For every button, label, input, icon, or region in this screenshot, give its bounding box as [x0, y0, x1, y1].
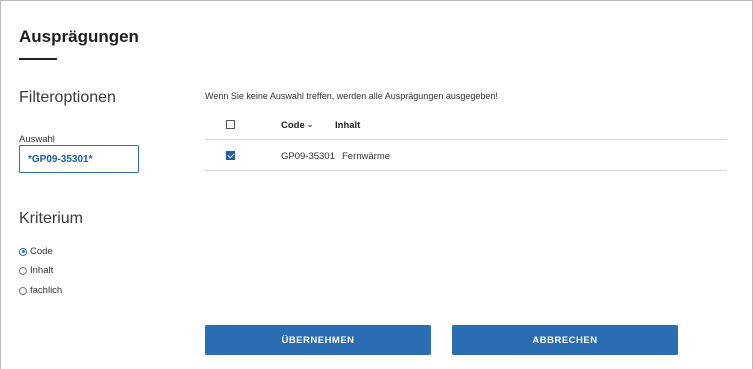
auswahl-input[interactable]: [19, 145, 139, 173]
column-header-code-label: Code: [281, 120, 305, 131]
chevron-down-icon[interactable]: ⌄: [307, 120, 314, 129]
auswahl-label: Auswahl: [19, 134, 55, 145]
column-header-inhalt: Inhalt: [335, 120, 361, 131]
row-checkbox[interactable]: [226, 151, 235, 160]
filter-options-heading: Filteroptionen: [19, 89, 116, 106]
criteria-option-fachlich[interactable]: fachlich: [19, 285, 62, 296]
radio-unselected-icon[interactable]: [19, 286, 27, 295]
criteria-option-code[interactable]: Code: [19, 246, 53, 257]
dialog-frame: Ausprägungen Filteroptionen Auswahl Krit…: [0, 0, 753, 369]
select-all-checkbox[interactable]: [226, 120, 235, 129]
radio-unselected-icon[interactable]: [19, 266, 27, 275]
criteria-option-label: Inhalt: [30, 265, 54, 276]
row-inhalt-cell: Fernwärme: [342, 151, 391, 162]
criteria-heading: Kriterium: [19, 210, 84, 227]
cancel-button[interactable]: ABBRECHEN: [452, 325, 678, 355]
row-code-cell: GP09-35301: [281, 151, 335, 162]
criteria-option-label: fachlich: [30, 285, 63, 296]
radio-selected-icon[interactable]: [19, 247, 27, 256]
table-row[interactable]: GP09-35301 Fernwärme: [205, 140, 727, 171]
criteria-option-label: Code: [30, 246, 53, 257]
selection-hint: Wenn Sie keine Auswahl treffen, werden a…: [205, 91, 498, 101]
table-header: Code ⌄ Inhalt: [205, 113, 727, 140]
apply-button[interactable]: ÜBERNEHMEN: [205, 325, 431, 355]
title-underline: [19, 58, 57, 60]
column-header-code[interactable]: Code ⌄: [281, 120, 313, 131]
criteria-option-inhalt[interactable]: Inhalt: [19, 265, 53, 276]
page-title: Ausprägungen: [19, 27, 139, 46]
